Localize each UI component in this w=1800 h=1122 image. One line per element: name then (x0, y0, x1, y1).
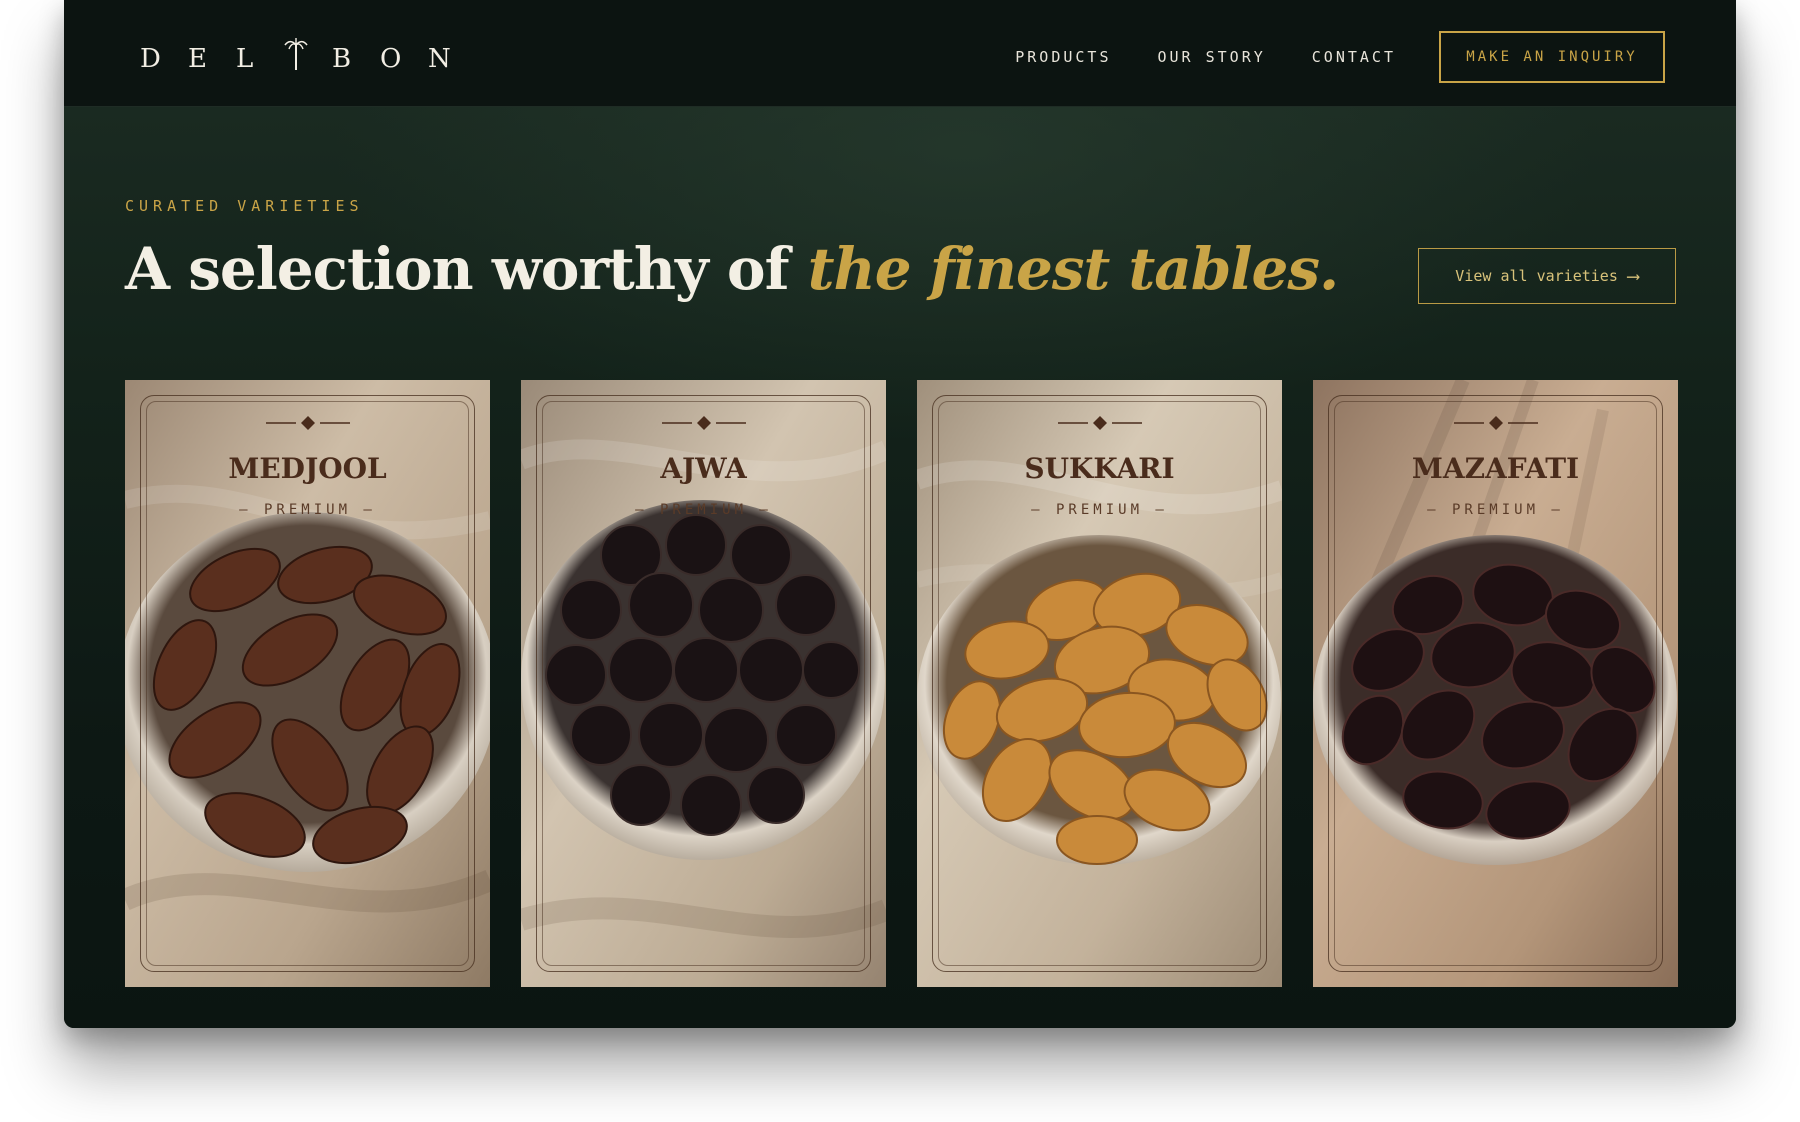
variety-tier: – PREMIUM – (635, 502, 772, 518)
palm-tree-icon (284, 38, 332, 72)
variety-name: MAZAFATI (1411, 452, 1580, 485)
variety-card-ajwa[interactable]: AJWA – PREMIUM – (521, 380, 886, 987)
logo-letter: E (188, 44, 207, 74)
section-eyebrow: CURATED VARIETIES (125, 197, 364, 215)
make-inquiry-button[interactable]: MAKE AN INQUIRY (1439, 31, 1665, 83)
headline-accent: the finest tables. (807, 235, 1339, 303)
view-all-varieties-button[interactable]: View all varieties ⟶ (1418, 248, 1676, 304)
arrow-right-icon: ⟶ (1627, 265, 1639, 287)
view-all-label: View all varieties (1455, 267, 1618, 285)
variety-card-mazafati[interactable]: MAZAFATI – PREMIUM – (1313, 380, 1678, 987)
section-headline: A selection worthy of the finest tables. (125, 235, 1339, 303)
diamond-ornament-icon (265, 416, 350, 430)
variety-tier: – PREMIUM – (1427, 502, 1564, 518)
nav-links: PRODUCTS OUR STORY CONTACT (1015, 48, 1396, 66)
variety-tier: – PREMIUM – (1031, 502, 1168, 518)
variety-card-medjool[interactable]: MEDJOOL – PREMIUM – (125, 380, 490, 987)
top-navigation: D E L B O N PRODUCTS OUR STORY CONTACT M… (64, 0, 1736, 107)
diamond-ornament-icon (1057, 416, 1142, 430)
headline-plain: A selection worthy of (125, 235, 790, 303)
varieties-section: CURATED VARIETIES A selection worthy of … (64, 107, 1736, 1028)
brand-logo[interactable]: D E L B O N (140, 38, 451, 76)
variety-name: AJWA (660, 452, 747, 485)
nav-link-contact[interactable]: CONTACT (1312, 48, 1396, 66)
variety-name: SUKKARI (1024, 452, 1175, 485)
variety-name: MEDJOOL (228, 452, 387, 485)
diamond-ornament-icon (1453, 416, 1538, 430)
nav-link-our-story[interactable]: OUR STORY (1158, 48, 1266, 66)
browser-window: D E L B O N PRODUCTS OUR STORY CONTACT M… (64, 0, 1736, 1028)
logo-letter: L (236, 44, 254, 74)
logo-letter: O (380, 44, 402, 74)
logo-letter: D (140, 44, 161, 74)
nav-link-products[interactable]: PRODUCTS (1015, 48, 1111, 66)
logo-letter: N (428, 44, 451, 74)
variety-card-sukkari[interactable]: SUKKARI – PREMIUM – (917, 380, 1282, 987)
variety-cards: MEDJOOL – PREMIUM – AJWA – PREMIUM – SUK… (125, 380, 1678, 987)
variety-tier: – PREMIUM – (239, 502, 376, 518)
logo-letter: B (332, 44, 352, 74)
diamond-ornament-icon (661, 416, 746, 430)
